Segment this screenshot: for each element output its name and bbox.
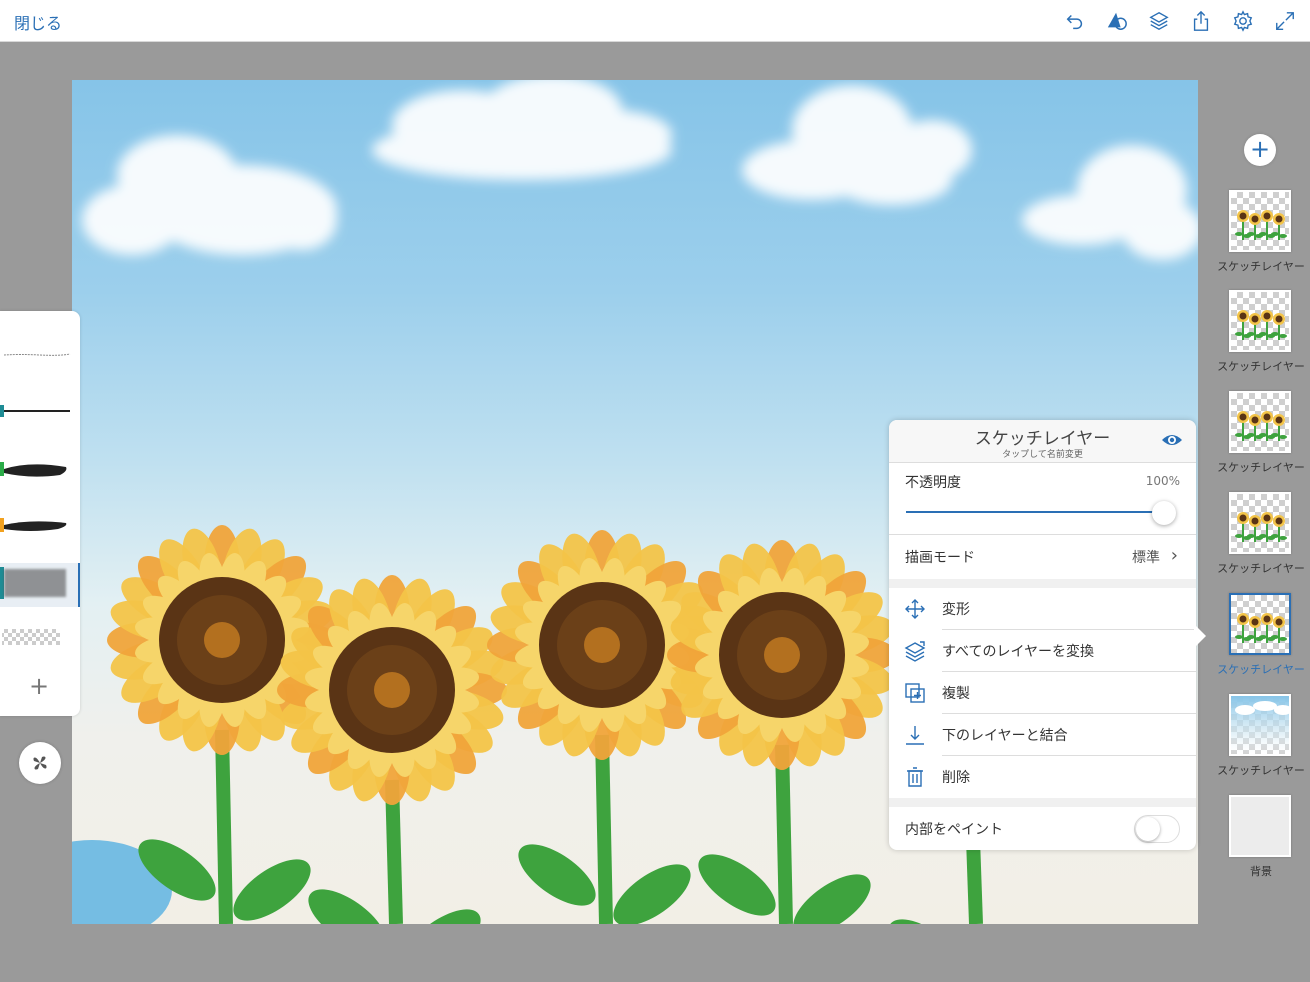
menu-item-label: 下のレイヤーと結合 — [942, 728, 1068, 744]
section-gap — [889, 798, 1196, 807]
menu-item-label: すべてのレイヤーを変換 — [942, 644, 1095, 660]
transform-all-layers-icon — [903, 640, 927, 662]
menu-item-move-arrows[interactable]: 変形 — [889, 588, 1196, 630]
layer-item[interactable]: スケッチレイヤー — [1212, 694, 1310, 784]
blend-mode-value: 標準 — [1132, 550, 1160, 566]
add-layer-button[interactable]: + — [1244, 134, 1276, 166]
layer-label: スケッチレイヤー — [1217, 260, 1305, 273]
popup-pointer — [1194, 624, 1206, 648]
chevron-right-icon: › — [1170, 545, 1178, 566]
trash-icon — [903, 766, 927, 788]
layer-thumbnail — [1229, 290, 1291, 352]
menu-item-label: 複製 — [942, 686, 970, 702]
layer-label: スケッチレイヤー — [1217, 663, 1305, 676]
brush-pen[interactable] — [0, 391, 78, 431]
visibility-eye-icon[interactable] — [1160, 430, 1184, 450]
layer-item[interactable]: スケッチレイヤー — [1212, 391, 1310, 481]
opacity-slider-thumb[interactable] — [1152, 501, 1176, 525]
section-gap — [889, 579, 1196, 588]
layer-thumbnail — [1229, 795, 1291, 857]
paint-inside-toggle[interactable] — [1134, 815, 1180, 843]
share-icon[interactable] — [1186, 6, 1216, 36]
menu-item-merge-down[interactable]: 下のレイヤーと結合 — [889, 714, 1196, 756]
layers-icon[interactable] — [1144, 6, 1174, 36]
layer-item[interactable]: スケッチレイヤー — [1212, 593, 1310, 683]
layer-item[interactable]: スケッチレイヤー — [1212, 492, 1310, 582]
toggle-knob — [1136, 817, 1160, 841]
color-palette-icon — [33, 756, 47, 770]
opacity-slider[interactable] — [906, 501, 1176, 525]
add-brush-button[interactable]: + — [26, 673, 52, 699]
brush-soft-selected[interactable] — [0, 563, 80, 607]
clouds — [82, 80, 1198, 260]
move-arrows-icon — [903, 598, 927, 620]
merge-down-icon — [903, 724, 927, 746]
undo-icon[interactable] — [1060, 6, 1090, 36]
layer-thumbnail — [1229, 694, 1291, 756]
paint-inside-row: 内部をペイント — [889, 807, 1196, 850]
layer-item[interactable]: スケッチレイヤー — [1212, 290, 1310, 380]
top-toolbar: 閉じる — [0, 0, 1310, 42]
close-button[interactable]: 閉じる — [14, 10, 62, 34]
layer-label: スケッチレイヤー — [1217, 764, 1305, 777]
layer-thumbnail — [1229, 190, 1291, 252]
toolbar-icons — [1060, 6, 1300, 36]
settings-icon[interactable] — [1228, 6, 1258, 36]
menu-item-label: 削除 — [942, 770, 970, 786]
menu-item-duplicate[interactable]: 複製 — [889, 672, 1196, 714]
rename-hint: タップして名前変更 — [1002, 450, 1083, 460]
brush-pencil[interactable] — [0, 333, 78, 373]
layer-label: スケッチレイヤー — [1217, 360, 1305, 373]
opacity-label: 不透明度 — [905, 475, 961, 491]
color-wheel-button[interactable] — [19, 742, 61, 784]
layer-name[interactable]: スケッチレイヤー — [889, 424, 1196, 449]
menu-item-trash[interactable]: 削除 — [889, 756, 1196, 798]
layer-thumbnail — [1229, 593, 1291, 655]
popup-header: スケッチレイヤー タップして名前変更 — [889, 420, 1196, 463]
layer-label: 背景 — [1250, 865, 1272, 878]
brush-ink[interactable] — [0, 505, 78, 545]
opacity-value: 100% — [1145, 474, 1180, 488]
duplicate-icon — [903, 682, 927, 704]
fullscreen-icon[interactable] — [1270, 6, 1300, 36]
blend-mode-label: 描画モード — [905, 550, 975, 566]
layer-properties-popup: スケッチレイヤー タップして名前変更 不透明度 100% 描画モード 標準 › … — [889, 420, 1196, 850]
layer-label: スケッチレイヤー — [1217, 461, 1305, 474]
opacity-slider-track — [906, 511, 1166, 513]
blend-mode-row[interactable]: 描画モード 標準 › — [889, 535, 1196, 579]
brush-panel: + — [0, 311, 80, 716]
shape-tool-icon[interactable] — [1102, 6, 1132, 36]
layer-thumbnail — [1229, 492, 1291, 554]
brush-watercolor[interactable] — [0, 449, 78, 489]
layer-label: スケッチレイヤー — [1217, 562, 1305, 575]
paint-inside-label: 内部をペイント — [905, 822, 1003, 838]
layer-item[interactable]: スケッチレイヤー — [1212, 190, 1310, 280]
menu-item-label: 変形 — [942, 602, 970, 618]
layer-thumbnail — [1229, 391, 1291, 453]
layer-item[interactable]: 背景 — [1212, 795, 1310, 885]
menu-item-transform-all-layers[interactable]: すべてのレイヤーを変換 — [889, 630, 1196, 672]
brush-eraser[interactable] — [0, 617, 78, 657]
